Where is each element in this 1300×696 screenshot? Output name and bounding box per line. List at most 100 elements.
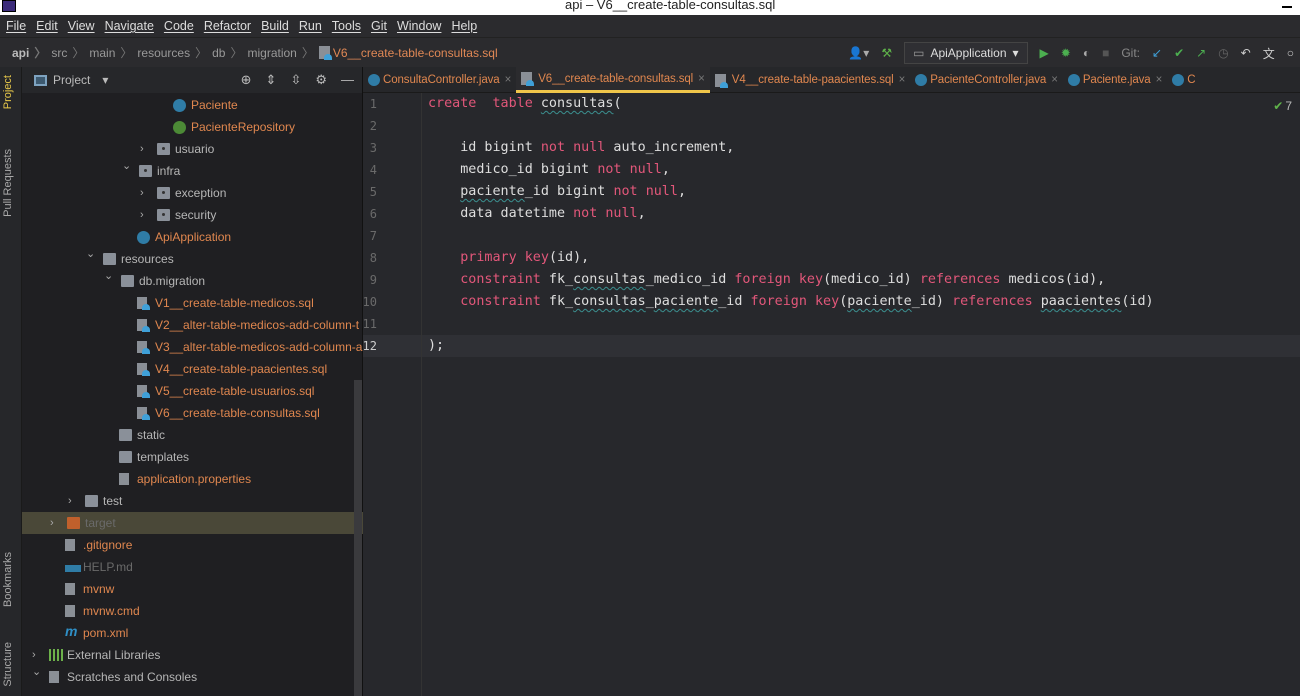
gear-icon[interactable]: ⚙ (315, 72, 327, 88)
chevron-down-icon[interactable]: ⌄ (104, 269, 114, 282)
run-configuration-select[interactable]: ▭ ApiApplication ▾ (904, 42, 1028, 64)
locate-icon[interactable]: ⊕ (241, 72, 252, 88)
breadcrumb-item[interactable]: api 〉 (12, 44, 51, 61)
tree-item[interactable]: V1__create-table-medicos.sql (22, 292, 363, 314)
breadcrumb-item[interactable]: db 〉 (212, 44, 247, 61)
chevron-right-icon[interactable]: › (140, 143, 150, 155)
breadcrumb-item[interactable]: main 〉 (89, 44, 137, 61)
bookmarks-tool-tab[interactable]: Bookmarks (2, 552, 14, 607)
tree-item[interactable]: ApiApplication (22, 226, 363, 248)
tree-item[interactable]: › target (22, 512, 363, 534)
menu-edit[interactable]: Edit (36, 19, 58, 33)
hide-icon[interactable]: — (341, 72, 354, 88)
menu-git[interactable]: Git (371, 19, 387, 33)
tree-item[interactable]: › exception (22, 182, 363, 204)
tree-item[interactable]: mvnw.cmd (22, 600, 363, 622)
breadcrumb-item[interactable]: src 〉 (51, 44, 89, 61)
tree-item[interactable]: V3__alter-table-medicos-add-column-a (22, 336, 363, 358)
tree-item[interactable]: V2__alter-table-medicos-add-column-t (22, 314, 363, 336)
debug-icon[interactable]: ✹ (1061, 46, 1071, 60)
close-icon[interactable]: × (505, 74, 512, 86)
editor-tab[interactable]: V4__create-table-paacientes.sql × (710, 67, 910, 93)
menu-view[interactable]: View (68, 19, 95, 33)
collapse-all-icon[interactable]: ⇳ (290, 72, 301, 88)
run-icon[interactable]: ▶ (1040, 46, 1049, 60)
tree-item[interactable]: V6__create-table-consultas.sql (22, 402, 363, 424)
tree-item[interactable]: ⌄ db.migration (22, 270, 363, 292)
tree-item[interactable]: templates (22, 446, 363, 468)
rollback-icon[interactable]: ↶ (1241, 46, 1251, 60)
project-panel-title[interactable]: Project (53, 73, 90, 87)
pull-requests-tool-tab[interactable]: Pull Requests (2, 149, 14, 217)
chevron-down-icon[interactable]: ⌄ (86, 247, 96, 260)
tree-item[interactable]: mvnw (22, 578, 363, 600)
code-editor[interactable]: 1 2 3 4 5 6 7 8 9 10 11 12 create table consultas( … (363, 93, 1300, 696)
breadcrumb-label: migration (247, 45, 297, 60)
close-icon[interactable]: × (1051, 74, 1058, 86)
tree-item[interactable]: application.properties (22, 468, 363, 490)
tree-item[interactable]: › security (22, 204, 363, 226)
tree-item[interactable]: PacienteRepository (22, 116, 363, 138)
menu-window[interactable]: Window (397, 19, 441, 33)
user-icon[interactable]: 👤▾ (848, 46, 869, 60)
project-tool-tab[interactable]: Project (2, 75, 14, 109)
tree-item[interactable]: .gitignore (22, 534, 363, 556)
coverage-icon[interactable]: ◐ (1083, 46, 1090, 60)
minimize-button[interactable] (1282, 6, 1292, 8)
git-push-icon[interactable]: ↗ (1196, 46, 1206, 60)
tree-item[interactable]: V4__create-table-paacientes.sql (22, 358, 363, 380)
chevron-right-icon[interactable]: › (140, 209, 150, 221)
tree-item[interactable]: static (22, 424, 363, 446)
git-update-icon[interactable]: ↙ (1152, 46, 1162, 60)
tree-item[interactable]: Paciente (22, 94, 363, 116)
chevron-down-icon[interactable]: ⌄ (122, 159, 132, 172)
tree-item[interactable]: V5__create-table-usuarios.sql (22, 380, 363, 402)
build-hammer-icon[interactable]: ⚒ (881, 46, 892, 60)
close-icon[interactable]: × (899, 74, 906, 86)
editor-tab[interactable]: V6__create-table-consultas.sql × (516, 67, 710, 93)
menu-tools[interactable]: Tools (332, 19, 361, 33)
editor-tab[interactable]: C (1167, 67, 1200, 93)
git-commit-icon[interactable]: ✔ (1174, 46, 1184, 60)
file-icon (65, 583, 75, 595)
history-icon[interactable]: ◷ (1218, 46, 1228, 60)
chevron-right-icon[interactable]: › (68, 495, 78, 507)
menu-code[interactable]: Code (164, 19, 194, 33)
breadcrumb-item[interactable]: migration 〉 (247, 44, 318, 61)
tree-item[interactable]: m pom.xml (22, 622, 363, 644)
menu-file[interactable]: File (6, 19, 26, 33)
chevron-right-icon[interactable]: › (50, 517, 60, 529)
tree-scrollbar[interactable] (354, 380, 362, 696)
tree-item[interactable]: ⌄ infra (22, 160, 363, 182)
tree-item[interactable]: › External Libraries (22, 644, 363, 666)
close-icon[interactable]: × (698, 73, 705, 85)
tree-item[interactable]: ⌄ Scratches and Consoles (22, 666, 363, 688)
tree-item[interactable]: › test (22, 490, 363, 512)
tree-item[interactable]: HELP.md (22, 556, 363, 578)
chevron-right-icon[interactable]: › (32, 649, 42, 661)
breadcrumb-item[interactable]: V6__create-table-consultas.sql (318, 44, 498, 61)
tree-item[interactable]: › usuario (22, 138, 363, 160)
expand-all-icon[interactable]: ⇕ (266, 72, 277, 88)
breadcrumb-item[interactable]: resources 〉 (137, 44, 212, 61)
code-content[interactable]: create table consultas( id bigint not nu… (428, 93, 1154, 357)
editor-tab[interactable]: ConsultaController.java × (363, 67, 516, 93)
inspection-widget[interactable]: ✔ 7 (1273, 99, 1292, 113)
tree-item[interactable]: ⌄ resources (22, 248, 363, 270)
editor-tab[interactable]: PacienteController.java × (910, 67, 1063, 93)
stop-icon[interactable]: ■ (1102, 46, 1109, 60)
search-icon[interactable]: ○ (1287, 46, 1294, 60)
translate-icon[interactable]: 文 (1263, 45, 1275, 62)
chevron-down-icon[interactable]: ⌄ (32, 665, 42, 678)
menu-refactor[interactable]: Refactor (204, 19, 251, 33)
structure-tool-tab[interactable]: Structure (2, 642, 14, 687)
menu-build[interactable]: Build (261, 19, 289, 33)
chevron-down-icon[interactable]: ▾ (102, 73, 108, 87)
menu-help[interactable]: Help (451, 19, 477, 33)
chevron-right-icon[interactable]: › (140, 187, 150, 199)
menu-navigate[interactable]: Navigate (105, 19, 154, 33)
close-icon[interactable]: × (1156, 74, 1163, 86)
menu-run[interactable]: Run (299, 19, 322, 33)
editor-tab[interactable]: Paciente.java × (1063, 67, 1167, 93)
